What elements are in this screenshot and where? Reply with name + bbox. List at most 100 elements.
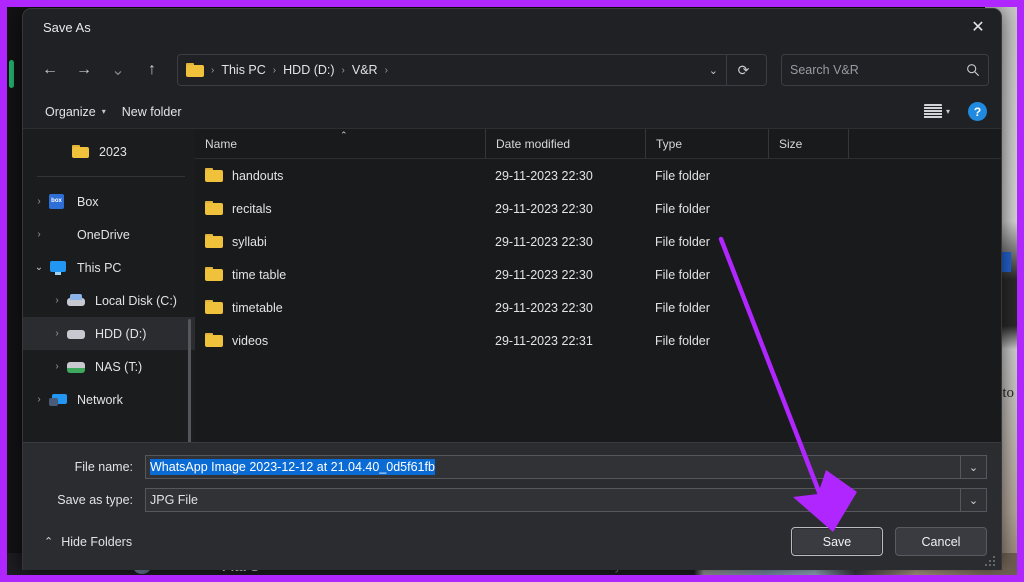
column-header-type[interactable]: Type [645, 128, 768, 159]
folder-icon [71, 144, 91, 160]
save-as-type-select[interactable]: JPG File ⌄ [145, 488, 987, 512]
this-pc-icon [49, 260, 69, 276]
sidebar-item-label: Local Disk (C:) [95, 293, 177, 308]
navigation-sidebar: 2023 › box Box › OneDrive ⌄ This PC › Lo… [23, 129, 195, 442]
table-row[interactable]: recitals 29-11-2023 22:30 File folder [195, 192, 1001, 225]
dialog-footer: ⌃ Hide Folders Save Cancel [23, 521, 1001, 570]
file-name-row: File name: WhatsApp Image 2023-12-12 at … [37, 455, 987, 479]
table-row[interactable]: time table 29-11-2023 22:30 File folder [195, 258, 1001, 291]
background-overlap-text: to [1002, 385, 1014, 401]
view-chevron-down-icon[interactable]: ▾ [946, 107, 950, 116]
refresh-icon[interactable]: ⟳ [726, 54, 760, 86]
search-box[interactable] [781, 54, 989, 86]
chevron-up-icon: ⌃ [44, 536, 54, 548]
file-name-value: WhatsApp Image 2023-12-12 at 21.04.40_0d… [150, 459, 435, 475]
sidebar-item-nas-t[interactable]: › NAS (T:) [23, 350, 195, 383]
sidebar-item-box[interactable]: › box Box [23, 185, 195, 218]
screenshot-root: to Pita G Yesterday Save As ✕ ← → ⌄ ↑ › … [0, 0, 1024, 582]
chevron-down-icon: ▾ [101, 107, 106, 116]
breadcrumb-separator[interactable]: › [270, 65, 279, 76]
column-header-size[interactable]: Size [768, 128, 848, 159]
recent-locations-chevron-down-icon[interactable]: ⌄ [101, 54, 135, 86]
save-as-dialog: Save As ✕ ← → ⌄ ↑ › This PC › HDD (D:) ›… [22, 8, 1002, 570]
sort-ascending-icon: ⌃ [340, 129, 348, 140]
file-name: handouts [232, 168, 284, 183]
row-date-cell: 29-11-2023 22:30 [495, 267, 593, 282]
new-folder-button[interactable]: New folder [114, 101, 190, 123]
row-type-cell: File folder [655, 333, 710, 348]
sidebar-chevron-right-icon[interactable]: › [47, 328, 67, 339]
row-date-cell: 29-11-2023 22:30 [495, 201, 593, 216]
file-list: Name ⌃ Date modified Type Size handouts [195, 128, 1001, 442]
footer-buttons: Save Cancel [791, 527, 987, 556]
sidebar-chevron-right-icon[interactable]: › [29, 394, 49, 405]
help-icon[interactable]: ? [968, 102, 987, 121]
save-button[interactable]: Save [791, 527, 883, 556]
file-name: timetable [232, 300, 283, 315]
command-toolbar: Organize ▾ New folder ▾ ? [23, 95, 1001, 129]
column-header-date-modified[interactable]: Date modified [485, 128, 645, 159]
row-name-cell: handouts [195, 168, 485, 183]
folder-icon [205, 300, 223, 315]
list-view-icon[interactable] [923, 104, 942, 119]
address-bar[interactable]: › This PC › HDD (D:) › V&R › ⌄ ⟳ [177, 54, 767, 86]
resize-grip[interactable] [985, 555, 997, 567]
table-row[interactable]: timetable 29-11-2023 22:30 File folder [195, 291, 1001, 324]
breadcrumb-separator[interactable]: › [208, 65, 217, 76]
sidebar-chevron-right-icon[interactable]: › [29, 229, 49, 240]
file-name-label: File name: [74, 460, 133, 474]
column-header-name[interactable]: Name ⌃ [195, 129, 485, 159]
sidebar-scrollbar[interactable] [188, 319, 191, 442]
forward-button[interactable]: → [67, 54, 101, 86]
sidebar-item-label: 2023 [99, 144, 127, 159]
up-button[interactable]: ↑ [135, 54, 169, 86]
save-as-type-chevron-down-icon[interactable]: ⌄ [960, 488, 986, 512]
breadcrumb-separator[interactable]: › [382, 65, 391, 76]
row-type-cell: File folder [655, 234, 710, 249]
table-row[interactable]: handouts 29-11-2023 22:30 File folder [195, 159, 1001, 192]
sidebar-item-local-disk-c[interactable]: › Local Disk (C:) [23, 284, 195, 317]
search-icon [967, 64, 980, 77]
breadcrumb-hdd-d[interactable]: HDD (D:) [279, 60, 338, 80]
sidebar-item-hdd-d[interactable]: › HDD (D:) [23, 317, 195, 350]
file-name-input[interactable]: WhatsApp Image 2023-12-12 at 21.04.40_0d… [145, 455, 987, 479]
sidebar-item-2023[interactable]: 2023 [23, 135, 195, 168]
sidebar-chevron-right-icon[interactable]: › [47, 295, 67, 306]
column-header-spacer [848, 128, 859, 159]
folder-icon [205, 234, 223, 249]
organize-button[interactable]: Organize ▾ [37, 101, 114, 123]
row-type-cell: File folder [655, 300, 710, 315]
folder-icon [186, 63, 204, 77]
save-as-type-row: Save as type: JPG File ⌄ [37, 488, 987, 512]
row-type-cell: File folder [655, 168, 710, 183]
back-button[interactable]: ← [33, 54, 67, 86]
file-name-chevron-down-icon[interactable]: ⌄ [960, 455, 986, 479]
folder-icon [205, 333, 223, 348]
row-name-cell: timetable [195, 300, 485, 315]
row-date-cell: 29-11-2023 22:31 [495, 333, 593, 348]
sidebar-item-network[interactable]: › Network [23, 383, 195, 416]
table-row[interactable]: syllabi 29-11-2023 22:30 File folder [195, 225, 1001, 258]
sidebar-item-onedrive[interactable]: › OneDrive [23, 218, 195, 251]
folder-icon [205, 201, 223, 216]
box-icon: box [49, 193, 69, 210]
breadcrumb-vr[interactable]: V&R [348, 60, 382, 80]
address-chevron-down-icon[interactable]: ⌄ [701, 64, 726, 77]
table-row[interactable]: videos 29-11-2023 22:31 File folder [195, 324, 1001, 357]
search-input[interactable] [790, 63, 966, 77]
file-name: videos [232, 333, 269, 348]
close-icon[interactable]: ✕ [955, 9, 1001, 45]
sidebar-chevron-right-icon[interactable]: › [29, 196, 49, 207]
breadcrumb-this-pc[interactable]: This PC [217, 60, 269, 80]
row-date-cell: 29-11-2023 22:30 [495, 168, 593, 183]
sidebar-item-this-pc[interactable]: ⌄ This PC [23, 251, 195, 284]
network-icon [49, 392, 69, 408]
sidebar-chevron-down-icon[interactable]: ⌄ [29, 262, 49, 273]
hide-folders-button[interactable]: ⌃ Hide Folders [37, 530, 139, 554]
cancel-button[interactable]: Cancel [895, 527, 987, 556]
breadcrumb-separator[interactable]: › [339, 65, 348, 76]
nas-drive-icon [67, 359, 87, 375]
file-name: recitals [232, 201, 272, 216]
sidebar-chevron-right-icon[interactable]: › [47, 361, 67, 372]
row-type-cell: File folder [655, 267, 710, 282]
